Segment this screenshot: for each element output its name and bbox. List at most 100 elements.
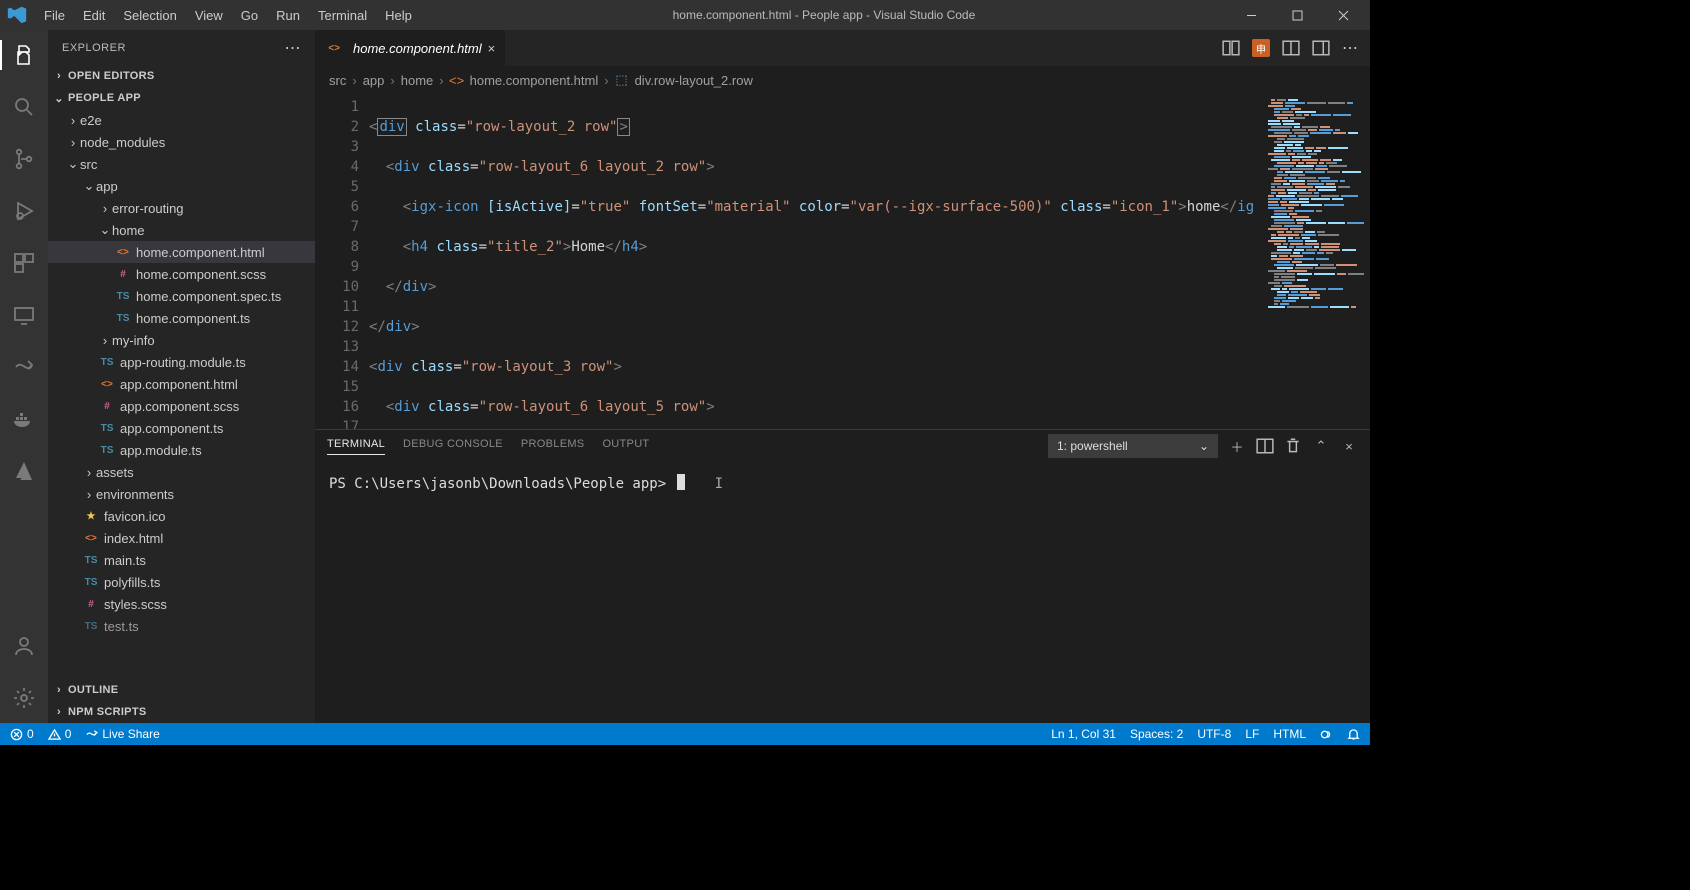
menu-help[interactable]: Help — [377, 4, 420, 27]
activity-source-control-icon[interactable] — [0, 140, 48, 178]
activity-azure-icon[interactable] — [0, 452, 48, 490]
terminal-cursor — [677, 474, 685, 490]
tree-folder-e2e[interactable]: ›e2e — [48, 109, 315, 131]
tree-file-home-component-html[interactable]: <>home.component.html — [48, 241, 315, 263]
breadcrumb-item[interactable]: src — [329, 73, 346, 88]
tree-file-favicon-ico[interactable]: ★favicon.ico — [48, 505, 315, 527]
section-outline[interactable]: ›OUTLINE — [48, 679, 315, 701]
tree-file-app-routing-module-ts[interactable]: TSapp-routing.module.ts — [48, 351, 315, 373]
breadcrumb-item[interactable]: div.row-layout_2.row — [635, 73, 753, 88]
tree-folder-node-modules[interactable]: ›node_modules — [48, 131, 315, 153]
extension-badge-icon[interactable]: 申 — [1252, 39, 1270, 57]
editor-more-icon[interactable]: ⋯ — [1342, 38, 1358, 58]
activity-run-debug-icon[interactable] — [0, 192, 48, 230]
status-warnings[interactable]: 0 — [48, 727, 72, 741]
scss-file-icon: # — [98, 401, 116, 412]
code-editor[interactable]: <div class="row-layout_2 row"> <div clas… — [369, 94, 1262, 429]
panel-tab-terminal[interactable]: TERMINAL — [327, 438, 385, 455]
ts-file-icon: TS — [114, 291, 132, 302]
status-live-share[interactable]: Live Share — [85, 727, 159, 741]
terminal-dropdown[interactable]: 1: powershell ⌄ — [1048, 434, 1218, 458]
tree-file-app-module-ts[interactable]: TSapp.module.ts — [48, 439, 315, 461]
tree-file-home-component-scss[interactable]: #home.component.scss — [48, 263, 315, 285]
tree-file-test-ts[interactable]: TStest.ts — [48, 615, 315, 637]
panel-tab-debug-console[interactable]: DEBUG CONSOLE — [403, 438, 503, 455]
menu-file[interactable]: File — [36, 4, 73, 27]
ts-file-icon: TS — [114, 313, 132, 324]
tree-file-home-component-ts[interactable]: TShome.component.ts — [48, 307, 315, 329]
split-editor-icon[interactable] — [1282, 39, 1300, 57]
activity-settings-icon[interactable] — [0, 679, 48, 717]
activity-share-icon[interactable] — [0, 348, 48, 386]
tree-file-app-component-html[interactable]: <>app.component.html — [48, 373, 315, 395]
menu-view[interactable]: View — [187, 4, 231, 27]
tree-folder-my-info[interactable]: ›my-info — [48, 329, 315, 351]
menu-run[interactable]: Run — [268, 4, 308, 27]
status-feedback-icon[interactable] — [1320, 728, 1333, 741]
tree-folder-app[interactable]: ⌄app — [48, 175, 315, 197]
section-npm-scripts[interactable]: ›NPM SCRIPTS — [48, 701, 315, 723]
new-terminal-icon[interactable]: ＋ — [1228, 437, 1246, 455]
status-cursor-position[interactable]: Ln 1, Col 31 — [1051, 727, 1116, 741]
breadcrumb-item[interactable]: home.component.html — [470, 73, 599, 88]
activity-docker-icon[interactable] — [0, 400, 48, 438]
tree-folder-error-routing[interactable]: ›error-routing — [48, 197, 315, 219]
split-terminal-icon[interactable] — [1256, 437, 1274, 455]
maximize-panel-icon[interactable]: ⌃ — [1312, 437, 1330, 455]
kill-terminal-icon[interactable] — [1284, 437, 1302, 455]
text-cursor-icon: I — [715, 476, 723, 492]
minimap[interactable]: /* rendered below */ — [1262, 94, 1370, 429]
tab-home-component-html[interactable]: <> home.component.html × — [315, 30, 506, 66]
panel-tab-output[interactable]: OUTPUT — [602, 438, 649, 455]
status-notifications-icon[interactable] — [1347, 728, 1360, 741]
activity-explorer-icon[interactable] — [0, 36, 48, 74]
close-button[interactable] — [1320, 0, 1366, 30]
ts-file-icon: TS — [82, 555, 100, 566]
tree-folder-home[interactable]: ⌄home — [48, 219, 315, 241]
menu-terminal[interactable]: Terminal — [310, 4, 375, 27]
bottom-panel: TERMINAL DEBUG CONSOLE PROBLEMS OUTPUT 1… — [315, 429, 1370, 723]
tree-file-app-component-ts[interactable]: TSapp.component.ts — [48, 417, 315, 439]
maximize-button[interactable] — [1274, 0, 1320, 30]
file-tree: ›e2e ›node_modules ⌄src ⌄app ›error-rout… — [48, 109, 315, 679]
menu-edit[interactable]: Edit — [75, 4, 113, 27]
activity-account-icon[interactable] — [0, 627, 48, 665]
sidebar-title: EXPLORER — [62, 42, 126, 54]
activity-extensions-icon[interactable] — [0, 244, 48, 282]
tree-folder-environments[interactable]: ›environments — [48, 483, 315, 505]
activity-remote-icon[interactable] — [0, 296, 48, 334]
ts-file-icon: TS — [98, 357, 116, 368]
tree-folder-src[interactable]: ⌄src — [48, 153, 315, 175]
tree-file-styles-scss[interactable]: #styles.scss — [48, 593, 315, 615]
compare-changes-icon[interactable] — [1222, 39, 1240, 57]
tree-folder-assets[interactable]: ›assets — [48, 461, 315, 483]
terminal[interactable]: PS C:\Users\jasonb\Downloads\People app>… — [315, 462, 1370, 723]
sidebar-more-icon[interactable]: ⋯ — [285, 38, 302, 58]
status-language[interactable]: HTML — [1273, 727, 1306, 741]
section-project[interactable]: ⌄PEOPLE APP — [48, 87, 315, 109]
menu-selection[interactable]: Selection — [115, 4, 184, 27]
editor-area: <> home.component.html × 申 ⋯ src› app› h… — [315, 30, 1370, 723]
status-errors[interactable]: 0 — [10, 727, 34, 741]
tree-file-main-ts[interactable]: TSmain.ts — [48, 549, 315, 571]
breadcrumb-item[interactable]: home — [401, 73, 434, 88]
tree-file-index-html[interactable]: <>index.html — [48, 527, 315, 549]
panel-tab-problems[interactable]: PROBLEMS — [521, 438, 585, 455]
favicon-file-icon: ★ — [82, 511, 100, 522]
minimize-button[interactable] — [1228, 0, 1274, 30]
breadcrumbs[interactable]: src› app› home› <> home.component.html› … — [315, 66, 1370, 94]
tree-file-app-component-scss[interactable]: #app.component.scss — [48, 395, 315, 417]
status-encoding[interactable]: UTF-8 — [1197, 727, 1231, 741]
tab-label: home.component.html — [353, 41, 482, 56]
layout-icon[interactable] — [1312, 39, 1330, 57]
status-eol[interactable]: LF — [1245, 727, 1259, 741]
activity-search-icon[interactable] — [0, 88, 48, 126]
menu-go[interactable]: Go — [233, 4, 266, 27]
breadcrumb-item[interactable]: app — [363, 73, 385, 88]
tree-file-home-component-spec-ts[interactable]: TShome.component.spec.ts — [48, 285, 315, 307]
section-open-editors[interactable]: ›OPEN EDITORS — [48, 65, 315, 87]
status-indentation[interactable]: Spaces: 2 — [1130, 727, 1183, 741]
tree-file-polyfills-ts[interactable]: TSpolyfills.ts — [48, 571, 315, 593]
close-panel-icon[interactable]: × — [1340, 437, 1358, 455]
tab-close-icon[interactable]: × — [488, 41, 496, 56]
